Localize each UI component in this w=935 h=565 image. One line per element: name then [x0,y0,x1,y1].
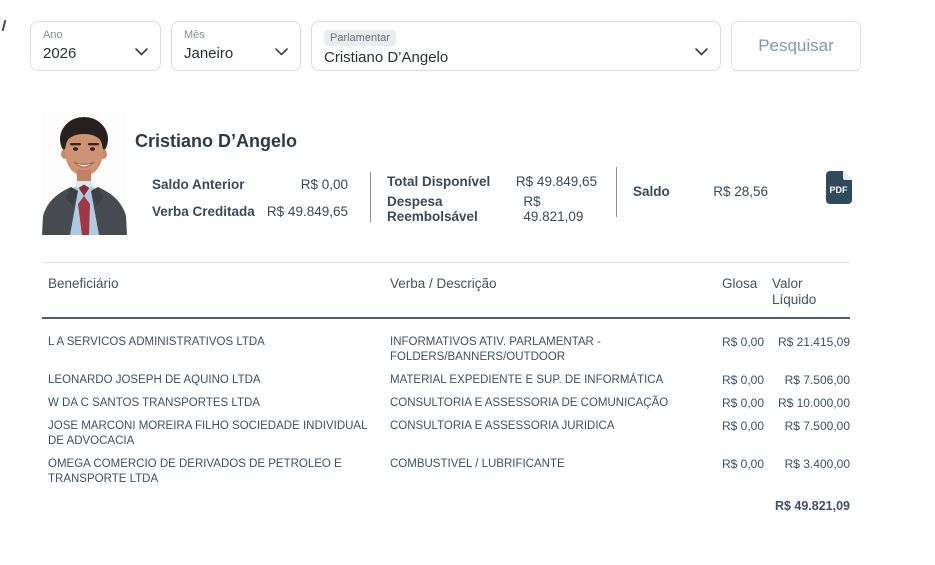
table-row: W DA C SANTOS TRANSPORTES LTDA CONSULTOR… [48,392,850,415]
saldo-anterior-value: R$ 0,00 [301,177,348,192]
cell-verba: CONSULTORIA E ASSESSORIA DE COMUNICAÇÃO [390,396,722,411]
summary-row: Saldo Anterior R$ 0,00 [152,171,348,198]
saldo-value: R$ 28,56 [713,184,768,199]
cell-glosa: R$ 0,00 [722,457,772,472]
verba-creditada-label: Verba Creditada [152,204,255,219]
total-disponivel-label: Total Disponível [387,174,490,189]
cell-beneficiario: OMEGA COMERCIO DE DERIVADOS DE PETROLEO … [48,457,390,487]
cell-beneficiario: LEONARDO JOSEPH DE AQUINO LTDA [48,373,390,388]
summary-group-totals: Total Disponível R$ 49.849,65 Despesa Re… [387,168,597,222]
summary-divider [616,167,617,217]
total-disponivel-value: R$ 49.849,65 [516,174,597,189]
summary-row: Total Disponível R$ 49.849,65 [387,168,597,195]
table-row: JOSE MARCONI MOREIRA FILHO SOCIEDADE IND… [48,415,850,453]
month-select[interactable]: Mês Janeiro [171,21,301,71]
year-select-label: Ano [43,28,130,42]
edge-artifact [2,20,7,31]
header-glosa: Glosa [722,276,772,308]
cell-verba: COMBUSTIVEL / LUBRIFICANTE [390,457,722,472]
saldo-anterior-label: Saldo Anterior [152,177,245,192]
despesa-reembolsavel-label: Despesa Reembolsável [387,194,523,224]
saldo-label: Saldo [633,184,670,199]
summary-row: Despesa Reembolsável R$ 49.821,09 [387,195,597,222]
expenses-table: Beneficiário Verba / Descrição Glosa Val… [42,262,850,513]
cell-glosa: R$ 0,00 [722,396,772,411]
cell-valor: R$ 7.500,00 [772,419,850,434]
cell-verba: MATERIAL EXPEDIENTE E SUP. DE INFORMÁTIC… [390,373,722,388]
table-row: L A SERVICOS ADMINISTRATIVOS LTDA INFORM… [48,331,850,369]
summary-group-credits: Saldo Anterior R$ 0,00 Verba Creditada R… [152,171,348,225]
parliamentarian-name: Cristiano D’Angelo [135,131,297,152]
expense-report-page: Ano 2026 Mês Janeiro Parlamentar Cristia… [0,0,935,565]
cell-beneficiario: L A SERVICOS ADMINISTRATIVOS LTDA [48,335,390,350]
pdf-download-button[interactable]: PDF [826,171,852,204]
summary-divider [370,172,371,222]
chevron-down-icon [275,43,288,61]
cell-glosa: R$ 0,00 [722,373,772,388]
cell-verba: INFORMATIVOS ATIV. PARLAMENTAR - FOLDERS… [390,335,722,365]
parliamentarian-photo [42,110,127,235]
cell-valor: R$ 3.400,00 [772,457,850,472]
header-beneficiario: Beneficiário [48,276,390,308]
chevron-down-icon [135,43,148,61]
cell-valor: R$ 21.415,09 [772,335,850,350]
cell-glosa: R$ 0,00 [722,419,772,434]
cell-glosa: R$ 0,00 [722,335,772,350]
year-select-value: 2026 [43,44,130,64]
svg-text:PDF: PDF [830,185,849,195]
table-body: L A SERVICOS ADMINISTRATIVOS LTDA INFORM… [42,319,850,491]
month-select-label: Mês [184,28,270,42]
parliamentarian-select[interactable]: Parlamentar Cristiano D’Angelo [311,21,721,71]
month-select-value: Janeiro [184,44,270,64]
cell-verba: CONSULTORIA E ASSESSORIA JURIDICA [390,419,722,434]
cell-valor: R$ 10.000,00 [772,396,850,411]
pdf-icon: PDF [826,171,852,204]
table-total-value: R$ 49.821,09 [772,499,850,513]
summary-row: Saldo R$ 28,56 [633,178,768,205]
header-verba: Verba / Descrição [390,276,722,308]
summary-group-balance: Saldo R$ 28,56 [633,178,768,205]
search-button[interactable]: Pesquisar [731,21,861,71]
filter-bar: Ano 2026 Mês Janeiro Parlamentar Cristia… [30,21,861,71]
verba-creditada-value: R$ 49.849,65 [267,204,348,219]
cell-beneficiario: JOSE MARCONI MOREIRA FILHO SOCIEDADE IND… [48,419,390,449]
cell-beneficiario: W DA C SANTOS TRANSPORTES LTDA [48,396,390,411]
year-select[interactable]: Ano 2026 [30,21,161,71]
header-valor: Valor Líquido [772,276,830,308]
table-header: Beneficiário Verba / Descrição Glosa Val… [42,262,850,319]
table-total-row: R$ 49.821,09 [42,491,850,513]
despesa-reembolsavel-value: R$ 49.821,09 [523,194,597,224]
parliamentarian-select-value: Cristiano D’Angelo [324,48,690,68]
chevron-down-icon [695,43,708,61]
table-row: OMEGA COMERCIO DE DERIVADOS DE PETROLEO … [48,453,850,491]
table-row: LEONARDO JOSEPH DE AQUINO LTDA MATERIAL … [48,369,850,392]
summary-row: Verba Creditada R$ 49.849,65 [152,198,348,225]
parliamentarian-select-label: Parlamentar [324,30,396,46]
cell-valor: R$ 7.506,00 [772,373,850,388]
